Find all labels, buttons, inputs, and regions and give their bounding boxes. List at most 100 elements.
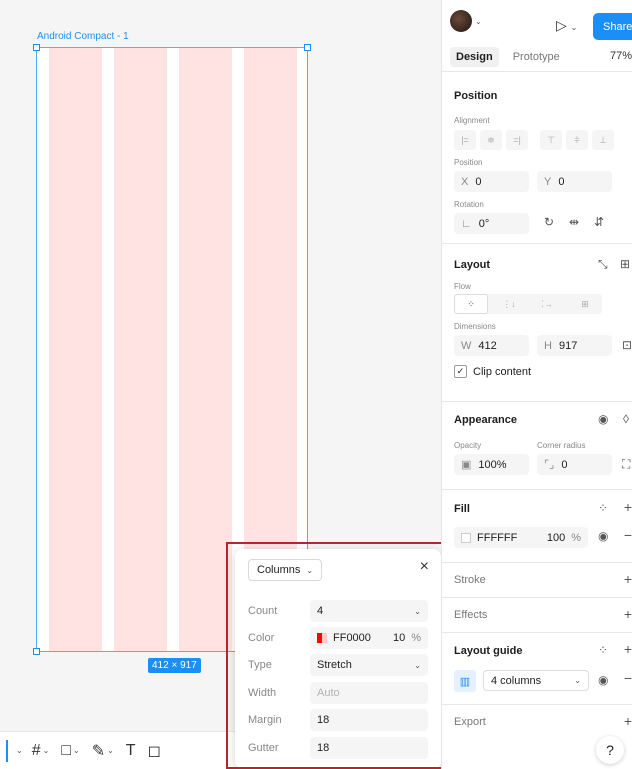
x-value: 0 [475,175,482,188]
eye-icon[interactable]: ◉ [598,412,608,426]
fill-opacity[interactable]: 100 [547,532,565,544]
margin-row: Margin 18 [248,709,428,731]
opacity-field[interactable]: ▣ 100% [454,454,529,475]
rectangle-tool-button[interactable]: □ ⌄ [58,742,82,760]
width-input: Auto [310,682,428,704]
tab-design[interactable]: Design [450,46,499,67]
layout-section: Layout ⤡ ⊞ Flow ⁘ ⋮↓ ⁚→ ⊞ Dimensions W 4… [442,244,632,402]
add-fill-icon[interactable]: + [624,499,632,515]
layout-column [179,48,232,651]
fill-hex[interactable]: FFFFFF [477,532,541,544]
fill-swatch[interactable] [461,532,471,543]
flow-freeform-icon[interactable]: ⁘ [454,294,488,314]
align-top-icon[interactable]: ⊤ [540,130,562,150]
count-value: 4 [317,605,324,617]
y-key: Y [544,175,552,188]
y-position-field[interactable]: Y 0 [537,171,612,192]
angle-icon: ∟ [461,217,472,230]
position-title: Position [454,90,498,102]
clip-content-checkbox[interactable]: ✓ Clip content [454,365,531,378]
width-label: Width [248,687,277,699]
auto-layout-icon[interactable]: ⊞ [620,257,630,271]
remove-layout-guide-icon[interactable]: − [624,670,632,686]
color-swatch[interactable] [317,633,327,643]
chevron-down-icon[interactable]: ⌄ [16,746,23,755]
flow-buttons: ⁘ ⋮↓ ⁚→ ⊞ [454,294,602,314]
count-row: Count 4 ⌄ [248,600,428,622]
add-effect-icon[interactable]: + [624,606,632,622]
flow-grid-icon[interactable]: ⊞ [568,294,602,314]
corner-radius-field[interactable]: ⌜⌟ 0 [537,454,612,475]
flow-horizontal-icon[interactable]: ⁚→ [530,294,564,314]
play-icon[interactable]: ▷ ⌄ [556,17,577,34]
color-hex-input[interactable]: FF0000 [333,632,387,644]
align-right-icon[interactable]: =| [506,130,528,150]
flip-horizontal-icon[interactable]: ⇹ [569,215,579,229]
close-icon[interactable]: × [420,558,429,576]
count-dropdown[interactable]: 4 ⌄ [310,600,428,622]
chevron-down-icon: ⌄ [107,746,114,755]
tab-prototype[interactable]: Prototype [507,47,566,67]
effects-title: Effects [454,609,488,621]
align-center-h-icon[interactable]: ≑ [480,130,502,150]
add-stroke-icon[interactable]: + [624,571,632,587]
gutter-row: Gutter 18 [248,737,428,759]
share-button[interactable]: Share [593,13,632,40]
pen-tool-button[interactable]: ✎ ⌄ [89,741,117,761]
opacity-label: Opacity [454,441,482,450]
rotate-icon[interactable]: ↻ [544,215,554,229]
shape-icon: ◻ [147,742,161,760]
zoom-level[interactable]: 77% [610,50,632,62]
color-opacity-input[interactable]: 10 [393,632,405,644]
resize-handle-top-left[interactable] [33,44,40,51]
layout-guide-dropdown[interactable]: 4 columns ⌄ [483,670,589,691]
columns-settings-icon[interactable]: ▥ [454,670,476,692]
dimensions-label: Dimensions [454,322,496,331]
corner-icon: ⌜⌟ [544,459,555,471]
resize-to-fit-icon[interactable]: ⊡ [622,338,632,352]
styles-icon[interactable]: ⁘ [598,501,608,515]
type-value: Stretch [317,659,352,671]
layout-column [49,48,102,651]
add-layout-guide-icon[interactable]: + [624,641,632,657]
frame-tool-button[interactable]: # ⌄ [29,742,53,760]
guide-type-dropdown[interactable]: Columns ⌄ [248,559,323,581]
styles-icon[interactable]: ⁘ [598,643,608,657]
flip-vertical-icon[interactable]: ⇵ [594,215,604,229]
eye-icon[interactable]: ◉ [598,529,608,543]
layout-guide-title: Layout guide [454,645,523,657]
resize-handle-bottom-left[interactable] [33,648,40,655]
w-value: 412 [478,339,497,352]
frame-label[interactable]: Android Compact - 1 [37,31,129,42]
resize-handle-top-right[interactable] [304,44,311,51]
align-bottom-icon[interactable]: ⊥ [592,130,614,150]
chevron-down-icon[interactable]: ⌄ [475,17,482,26]
color-field[interactable]: FF0000 10 % [310,627,428,649]
width-field[interactable]: W 412 [454,335,529,356]
add-export-icon[interactable]: + [624,713,632,729]
chevron-down-icon: ⌄ [414,606,421,616]
text-tool-button[interactable]: T [123,742,139,760]
shape-tool-button[interactable]: ◻ [145,741,164,761]
fill-color-field[interactable]: FFFFFF 100 % [454,527,588,548]
rotation-field[interactable]: ∟ 0° [454,213,529,234]
gutter-input[interactable]: 18 [310,737,428,759]
remove-fill-icon[interactable]: − [624,527,632,543]
drop-icon[interactable]: ◊ [623,412,629,426]
height-field[interactable]: H 917 [537,335,612,356]
export-title: Export [454,716,486,728]
layout-column [114,48,167,651]
x-position-field[interactable]: X 0 [454,171,529,192]
layout-guide-popup: Columns ⌄ × Count 4 ⌄ Color FF0000 10 % … [235,549,441,769]
flow-vertical-icon[interactable]: ⋮↓ [492,294,526,314]
eye-icon[interactable]: ◉ [598,673,608,687]
align-center-v-icon[interactable]: ⫩ [566,130,588,150]
type-dropdown[interactable]: Stretch ⌄ [310,654,428,676]
avatar[interactable] [450,10,472,32]
help-button[interactable]: ? [596,736,624,764]
collapse-icon[interactable]: ⤡ [598,257,608,272]
independent-corners-icon[interactable]: ⛶ [622,457,630,472]
align-left-icon[interactable]: |= [454,130,476,150]
margin-input[interactable]: 18 [310,709,428,731]
margin-label: Margin [248,714,282,726]
